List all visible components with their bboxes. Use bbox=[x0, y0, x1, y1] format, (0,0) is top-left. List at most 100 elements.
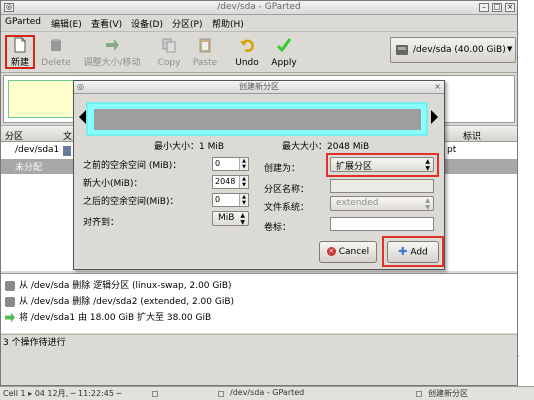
paste-icon bbox=[199, 38, 211, 53]
free-after-label: 之后的空余空间(MiB)： bbox=[83, 197, 179, 207]
row-flag: pt bbox=[447, 145, 457, 155]
free-before-value: 0 bbox=[215, 159, 221, 168]
fs-color-swatch bbox=[63, 146, 71, 156]
close-icon[interactable]: × bbox=[505, 3, 515, 12]
apply-label: Apply bbox=[271, 58, 297, 68]
apply-button[interactable]: Apply bbox=[267, 35, 301, 70]
partition-name-input[interactable] bbox=[330, 179, 434, 193]
taskbar: Cell 1 ▸ 04 12月, ─ 11:22:45 ─ /dev/sda -… bbox=[0, 386, 534, 400]
add-button-highlight bbox=[382, 236, 444, 267]
col-filesystem[interactable]: 文 bbox=[63, 129, 72, 142]
resize-move-button[interactable]: 调整大小/移动 bbox=[81, 35, 143, 70]
cancel-icon: × bbox=[326, 247, 336, 256]
paste-button[interactable]: Paste bbox=[188, 35, 222, 70]
row-partition: /dev/sda1 bbox=[15, 145, 60, 155]
taskbar-clock: Cell 1 ▸ 04 12月, ─ 11:22:45 ─ bbox=[3, 389, 122, 398]
partition-graph-sda1[interactable] bbox=[8, 80, 78, 118]
menu-view[interactable]: 查看(V) bbox=[91, 17, 122, 30]
partition-name-label: 分区名称： bbox=[264, 185, 310, 195]
volume-label-label: 卷标： bbox=[264, 223, 292, 233]
partition-size-bar[interactable] bbox=[86, 102, 428, 136]
align-value: MiB bbox=[218, 213, 235, 223]
new-button-highlight bbox=[5, 35, 35, 69]
maximize-icon[interactable]: □ bbox=[492, 3, 502, 12]
copy-button[interactable]: Copy bbox=[153, 35, 185, 70]
menubar: GParted 编辑(E) 查看(V) 设备(D) 分区(P) 帮助(H) bbox=[1, 16, 517, 32]
copy-label: Copy bbox=[157, 58, 181, 68]
undo-label: Undo bbox=[235, 58, 259, 68]
menu-edit[interactable]: 编辑(E) bbox=[51, 17, 82, 30]
taskbar-window-icon[interactable] bbox=[416, 391, 422, 397]
resize-arrow-icon bbox=[106, 39, 119, 51]
create-partition-dialog: ◎ 创建新分区 × 最小大小：1 MiB 最大大小：2048 MiB 之前的空余… bbox=[73, 80, 445, 270]
status-text: 3 个操作待进行 bbox=[3, 338, 66, 348]
spin-arrows-icon[interactable]: ▲ ▼ bbox=[239, 176, 248, 188]
copy-icon bbox=[162, 38, 176, 53]
cancel-button[interactable]: × Cancel bbox=[319, 241, 377, 263]
volume-label-input[interactable] bbox=[330, 217, 434, 231]
left-resize-handle-icon[interactable] bbox=[79, 110, 86, 124]
delete-icon bbox=[5, 280, 15, 291]
menu-help[interactable]: 帮助(H) bbox=[212, 17, 244, 30]
updown-icon: ▲ ▼ bbox=[240, 212, 245, 226]
col-flags[interactable]: 标识 bbox=[463, 129, 481, 142]
delete-icon bbox=[51, 39, 61, 51]
minimize-icon[interactable]: – bbox=[479, 3, 489, 12]
row-partition: 未分配 bbox=[15, 163, 43, 173]
undo-icon bbox=[240, 39, 254, 52]
taskbar-gparted[interactable]: /dev/sda - GParted bbox=[230, 388, 304, 399]
taskbar-dialog[interactable]: 创建新分区 bbox=[428, 388, 468, 399]
list-item[interactable]: 将 /dev/sda1 由 18.00 GiB 扩大至 38.00 GiB bbox=[5, 310, 211, 325]
delete-icon bbox=[5, 296, 15, 307]
spin-arrows-icon[interactable]: ▲ ▼ bbox=[239, 158, 248, 170]
spin-arrows-icon[interactable]: ▲ ▼ bbox=[239, 194, 248, 206]
device-selector[interactable]: /dev/sda (40.00 GiB) ▼ bbox=[390, 37, 516, 63]
cancel-label: Cancel bbox=[338, 247, 370, 257]
dialog-title-text: 创建新分区 bbox=[239, 82, 279, 91]
operation-text: 将 /dev/sda1 由 18.00 GiB 扩大至 38.00 GiB bbox=[19, 313, 212, 323]
unallocated-region bbox=[94, 109, 421, 130]
dialog-close-icon[interactable]: × bbox=[434, 81, 441, 93]
min-size-label: 最小大小：1 MiB bbox=[154, 142, 225, 152]
delete-button[interactable]: Delete bbox=[39, 35, 73, 70]
undo-button[interactable]: Undo bbox=[232, 35, 262, 70]
filesystem-select[interactable]: extended ▲ ▼ bbox=[330, 196, 434, 211]
free-before-label: 之前的空余空间 (MiB)： bbox=[83, 161, 182, 171]
checkmark-icon bbox=[276, 38, 292, 53]
new-size-spinner[interactable]: 2048 ▲ ▼ bbox=[212, 175, 249, 189]
device-label: /dev/sda (40.00 GiB) bbox=[413, 45, 506, 55]
filesystem-value: extended bbox=[336, 198, 379, 208]
window-title: /dev/sda - GParted bbox=[217, 2, 301, 12]
taskbar-window-icon[interactable] bbox=[218, 391, 224, 397]
right-resize-handle-icon[interactable] bbox=[431, 110, 438, 124]
status-bar: 3 个操作待进行 bbox=[1, 334, 517, 348]
menu-partition[interactable]: 分区(P) bbox=[172, 17, 202, 30]
operation-text: 从 /dev/sda 删除 /dev/sda2 (extended, 2.00 … bbox=[19, 297, 235, 307]
create-as-highlight bbox=[326, 153, 439, 177]
dialog-menu-icon[interactable]: ◎ bbox=[77, 81, 84, 93]
align-select[interactable]: MiB ▲ ▼ bbox=[212, 211, 249, 226]
menu-device[interactable]: 设备(D) bbox=[131, 17, 163, 30]
window-titlebar[interactable]: ◎ /dev/sda - GParted – □ × bbox=[1, 1, 517, 15]
free-after-spinner[interactable]: 0 ▲ ▼ bbox=[212, 193, 249, 207]
resize-label: 调整大小/移动 bbox=[83, 58, 141, 68]
harddisk-icon bbox=[396, 45, 408, 55]
menu-gparted[interactable]: GParted bbox=[5, 17, 41, 27]
updown-icon: ▲ ▼ bbox=[425, 197, 430, 211]
create-as-label: 创建为： bbox=[264, 164, 301, 174]
free-after-value: 0 bbox=[215, 195, 221, 204]
list-item[interactable]: 从 /dev/sda 删除 逻辑分区 (linux-swap, 2.00 GiB… bbox=[5, 278, 232, 293]
col-partition[interactable]: 分区 bbox=[5, 129, 23, 142]
max-size-label: 最大大小：2048 MiB bbox=[282, 142, 370, 152]
list-item[interactable]: 从 /dev/sda 删除 /dev/sda2 (extended, 2.00 … bbox=[5, 294, 234, 309]
free-before-spinner[interactable]: 0 ▲ ▼ bbox=[212, 157, 249, 171]
operation-text: 从 /dev/sda 删除 逻辑分区 (linux-swap, 2.00 GiB… bbox=[19, 281, 232, 291]
dialog-title[interactable]: ◎ 创建新分区 × bbox=[74, 81, 444, 94]
delete-label: Delete bbox=[41, 58, 71, 68]
taskbar-pager-icon[interactable] bbox=[152, 391, 158, 397]
new-size-label: 新大小(MiB)： bbox=[83, 179, 143, 189]
operations-list: 从 /dev/sda 删除 逻辑分区 (linux-swap, 2.00 GiB… bbox=[1, 273, 517, 333]
new-size-value: 2048 bbox=[215, 177, 236, 186]
paste-label: Paste bbox=[192, 58, 218, 68]
resize-arrow-icon bbox=[5, 312, 15, 323]
